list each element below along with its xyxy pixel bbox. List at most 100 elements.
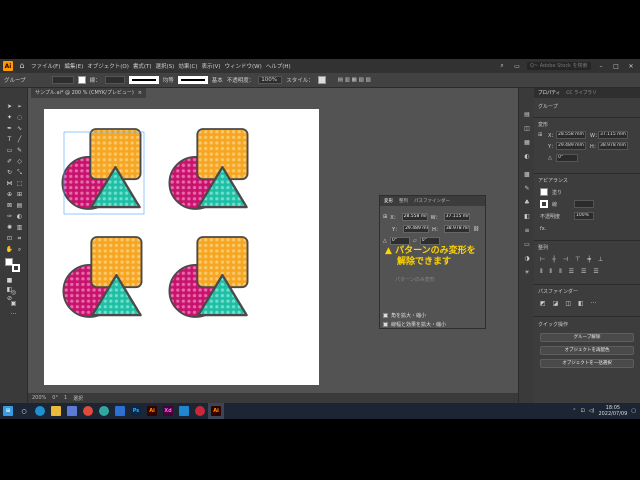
notification-icon[interactable]: ▢ [631,408,636,414]
pathfinder-icons[interactable]: ◩ ◪ ◫ ◧ ··· [540,300,596,307]
paintbrush-icon[interactable]: ✎ [15,146,24,155]
x-field[interactable]: 28.558 mm [401,213,428,221]
graph-tool-icon[interactable]: ▥ [15,223,24,232]
illustrator-active-icon[interactable]: Ai [208,403,224,419]
clock[interactable]: 18:05 2022/07/09 [598,405,627,417]
align-icons[interactable]: ▤ ▥ ▦ ▧ ▨ [338,77,371,83]
search-taskbar-icon[interactable]: ○ [16,403,32,419]
align-top-icon[interactable]: ⊤ [575,256,580,263]
type-tool-icon[interactable]: T [5,135,14,144]
distribute-icon-2[interactable]: ⫴ [550,268,553,276]
more-tools-icon[interactable]: ··· [9,310,18,319]
slice-tool-icon[interactable]: ⌗ [15,234,24,243]
shear-field[interactable]: 0° [419,237,440,245]
shape-group-4[interactable] [168,235,249,319]
fill-swatch[interactable] [540,188,548,196]
distribute-icon-4[interactable]: ☰ [569,268,574,276]
stroke-swatch[interactable] [77,76,86,84]
document-tab[interactable]: サンプル.ai* @ 200 % (CMYK/プレビュー) × [31,88,146,98]
menu-effect[interactable]: 効果(C) [178,62,197,70]
w-field[interactable]: 37.115 mm [443,213,470,221]
shaper-tool-icon[interactable]: ✐ [5,157,14,166]
tab-transform[interactable]: 変形 [384,198,393,204]
brush-preview[interactable] [177,76,208,84]
color-panel-icon[interactable]: ◐ [522,152,532,161]
scale-strokes-checkbox[interactable] [383,322,388,327]
workspace-icon[interactable]: ▭ [512,63,522,70]
file-explorer-icon[interactable] [48,403,64,419]
menu-file[interactable]: ファイル(F) [31,62,60,70]
props-h-field[interactable]: 38.978 mm [598,142,628,150]
illustrator-icon[interactable]: Ai [144,403,160,419]
menu-help[interactable]: ヘルプ(H) [266,62,291,70]
scale-tool-icon[interactable]: ⤡ [15,168,24,177]
line-tool-icon[interactable]: ╱ [15,135,24,144]
menu-type[interactable]: 書式(T) [133,62,152,70]
recolor-button[interactable]: オブジェクトを再配色 [540,346,634,355]
close-icon[interactable]: ✕ [626,63,636,70]
menu-window[interactable]: ウィンドウ(W) [225,62,262,70]
width-tool-icon[interactable]: ⋈ [5,179,14,188]
maximize-icon[interactable]: □ [611,63,621,70]
align-bottom-icon[interactable]: ⊥ [598,256,603,263]
constrain-icon[interactable]: ⛓ [473,226,479,232]
tab-pathfinder[interactable]: パスファインダー [414,198,450,204]
gradient-tool-icon[interactable]: ▤ [15,201,24,210]
transparency-panel-icon[interactable]: ◑ [522,254,532,263]
menu-edit[interactable]: 編集(E) [64,62,83,70]
opacity-field[interactable]: 100% [258,76,283,84]
zoom-level[interactable]: 200% [32,395,46,401]
libraries-panel-icon[interactable]: ▦ [522,138,532,147]
search-icon[interactable]: ⌕ [497,62,507,70]
document-tab-close-icon[interactable]: × [138,88,142,98]
align-hcenter-icon[interactable]: ┼ [552,256,556,263]
stroke-style-label[interactable]: 均等 [163,76,174,84]
stroke-panel-icon[interactable]: ≡ [522,226,532,235]
scale-corners-checkbox[interactable] [383,313,388,318]
properties-panel-icon[interactable]: ▤ [522,110,532,119]
zoom-tool-icon[interactable]: ⌕ [15,245,24,254]
minimize-icon[interactable]: – [596,63,606,70]
app-icon-red[interactable] [192,403,208,419]
menu-select[interactable]: 選択(S) [156,62,175,70]
graphic-style-swatch[interactable] [317,76,326,84]
distribute-icon-6[interactable]: ☰ [593,268,598,276]
menu-object[interactable]: オブジェクト(O) [87,62,129,70]
props-y-field[interactable]: 29.489 mm [556,142,586,150]
edge-icon[interactable] [32,403,48,419]
selection-tool-icon[interactable]: ➤ [5,102,14,111]
gradient-panel-icon[interactable]: ▭ [522,240,532,249]
stroke-weight-field[interactable] [104,76,125,84]
appearance-panel-icon[interactable]: ☀ [522,268,532,277]
shape-group-2[interactable] [168,127,249,211]
stock-search-input[interactable]: Q~ Adobe Stock を検索 [527,62,591,70]
volume-icon[interactable]: ◁) [589,408,595,414]
reference-point-icon[interactable]: ⊞ [383,214,387,220]
align-left-icon[interactable]: ⊢ [540,256,545,263]
perspective-grid-icon[interactable]: ⊞ [15,190,24,199]
brush-label[interactable]: 基本 [212,76,223,84]
network-icon[interactable]: ⊡ [580,408,584,414]
select-same-button[interactable]: オブジェクトを一括選択 [540,359,634,368]
blend-tool-icon[interactable]: ◐ [15,212,24,221]
hand-tool-icon[interactable]: ✋ [5,245,14,254]
align-vcenter-icon[interactable]: ╪ [587,256,591,263]
tab-align[interactable]: 整列 [399,198,408,204]
stroke-swatch[interactable] [540,200,548,208]
rotation-value[interactable]: 0° [52,395,58,401]
free-transform-icon[interactable]: ⬚ [15,179,24,188]
start-icon[interactable]: ⊞ [0,403,16,419]
app-icon-blue[interactable] [112,403,128,419]
rectangle-tool-icon[interactable]: ▭ [5,146,14,155]
tab-cc-libraries[interactable]: CC ライブラリ [566,90,596,96]
color-mode-icons[interactable]: ■ ◧ ⊘ [5,276,14,302]
lasso-icon[interactable]: ◌ [15,113,24,122]
distribute-icon-3[interactable]: ⫴ [559,268,562,276]
photoshop-icon[interactable]: Ps [128,403,144,419]
eraser-icon[interactable]: ◇ [15,157,24,166]
props-reference-point-icon[interactable]: ⊞ [538,132,542,138]
unite-icon[interactable]: ◩ [540,300,546,307]
drawing-mode-icon[interactable]: ◎ [9,288,18,297]
symbol-sprayer-icon[interactable]: ✺ [5,223,14,232]
shape-group-1[interactable] [61,127,145,215]
